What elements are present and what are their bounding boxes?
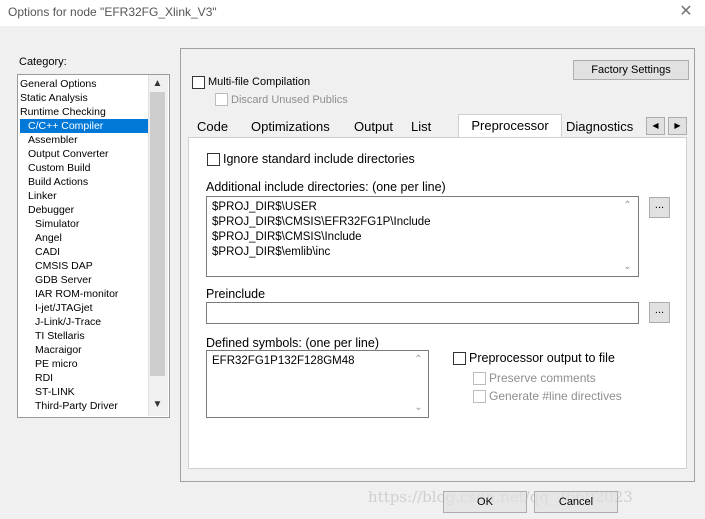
preserve-comments-checkbox[interactable] (473, 372, 486, 385)
category-item-ti-stellaris[interactable]: TI Stellaris (35, 329, 85, 343)
category-item-build-actions[interactable]: Build Actions (28, 175, 88, 189)
category-item-st-link[interactable]: ST-LINK (35, 385, 75, 399)
ignore-std-label: Ignore standard include directories (223, 152, 415, 166)
scroll-down-icon[interactable]: ⌄ (410, 401, 427, 415)
category-item-general-options[interactable]: General Options (20, 77, 96, 91)
window-title: Options for node "EFR32FG_Xlink_V3" (8, 5, 217, 19)
category-item-gdb-server[interactable]: GDB Server (35, 273, 92, 287)
ok-button[interactable]: OK (443, 491, 527, 513)
category-item-ijet-jtagjet[interactable]: I-jet/JTAGjet (35, 301, 93, 315)
include-browse-button[interactable]: ... (649, 197, 670, 218)
category-item-simulator[interactable]: Simulator (35, 217, 79, 231)
defined-line: EFR32FG1P132F128GM48 (212, 355, 355, 367)
factory-settings-button[interactable]: Factory Settings (573, 60, 689, 80)
tab-optimizations[interactable]: Optimizations (251, 116, 330, 138)
category-item-debugger[interactable]: Debugger (28, 203, 74, 217)
category-item-rdi[interactable]: RDI (35, 371, 53, 385)
discard-checkbox[interactable] (215, 93, 228, 106)
category-item-jlink-jtrace[interactable]: J-Link/J-Trace (35, 315, 101, 329)
tab-scroll-right-icon[interactable]: ▶ (668, 117, 687, 135)
scroll-up-icon[interactable]: ⌃ (410, 353, 427, 367)
category-item-cadi[interactable]: CADI (35, 245, 60, 259)
category-item-custom-build[interactable]: Custom Build (28, 161, 90, 175)
generate-line-checkbox[interactable] (473, 390, 486, 403)
discard-label: Discard Unused Publics (231, 94, 348, 106)
defined-symbols-label: Defined symbols: (one per line) (206, 336, 379, 350)
scroll-thumb[interactable] (150, 92, 165, 376)
include-dirs-label: Additional include directories: (one per… (206, 180, 446, 194)
tab-code[interactable]: Code (197, 116, 228, 138)
category-item-iar-rom-monitor[interactable]: IAR ROM-monitor (35, 287, 118, 301)
scroll-down-icon[interactable]: ⌄ (619, 260, 636, 274)
tab-scroll-left-icon[interactable]: ◀ (646, 117, 665, 135)
defined-symbols-textarea[interactable]: EFR32FG1P132F128GM48 ⌃ ⌄ (206, 350, 429, 418)
tab-list[interactable]: List (411, 116, 431, 138)
tab-preprocessor[interactable]: Preprocessor (458, 114, 562, 139)
preinclude-input[interactable] (206, 302, 639, 324)
category-item-macraigor[interactable]: Macraigor (35, 343, 82, 357)
scroll-up-icon[interactable]: ▲ (148, 77, 167, 91)
category-item-cmsis-dap[interactable]: CMSIS DAP (35, 259, 93, 273)
tab-diagnostics[interactable]: Diagnostics (566, 116, 633, 138)
category-item-output-converter[interactable]: Output Converter (28, 147, 109, 161)
preserve-comments-label: Preserve comments (489, 371, 596, 385)
include-scrollbar[interactable]: ⌃ ⌄ (619, 197, 636, 276)
category-item-assembler[interactable]: Assembler (28, 133, 78, 147)
ignore-std-checkbox[interactable] (207, 153, 220, 166)
include-line: $PROJ_DIR$\USER (212, 201, 317, 213)
category-label: Category: (19, 56, 67, 68)
multifile-checkbox[interactable] (192, 76, 205, 89)
scroll-up-icon[interactable]: ⌃ (619, 199, 636, 213)
category-item-static-analysis[interactable]: Static Analysis (20, 91, 88, 105)
close-icon[interactable]: ✕ (676, 2, 696, 22)
multifile-label: Multi-file Compilation (208, 76, 311, 88)
tab-output[interactable]: Output (354, 116, 393, 138)
include-line: $PROJ_DIR$\emlib\inc (212, 246, 331, 258)
category-item-third-party-driver[interactable]: Third-Party Driver (35, 399, 118, 413)
include-line: $PROJ_DIR$\CMSIS\EFR32FG1P\Include (212, 216, 431, 228)
include-line: $PROJ_DIR$\CMSIS\Include (212, 231, 362, 243)
include-dirs-textarea[interactable]: $PROJ_DIR$\USER $PROJ_DIR$\CMSIS\EFR32FG… (206, 196, 639, 277)
preinclude-label: Preinclude (206, 287, 266, 301)
category-item-linker[interactable]: Linker (28, 189, 57, 203)
defined-scrollbar[interactable]: ⌃ ⌄ (410, 351, 427, 417)
category-item-angel[interactable]: Angel (35, 231, 62, 245)
preinclude-browse-button[interactable]: ... (649, 302, 670, 323)
category-item-pe-micro[interactable]: PE micro (35, 357, 78, 371)
category-item-runtime-checking[interactable]: Runtime Checking (20, 105, 106, 119)
cancel-button[interactable]: Cancel (534, 491, 618, 513)
scroll-down-icon[interactable]: ▼ (148, 398, 167, 412)
category-item-cpp-compiler[interactable]: C/C++ Compiler (20, 119, 150, 133)
generate-line-label: Generate #line directives (489, 389, 622, 403)
pp-output-checkbox[interactable] (453, 352, 466, 365)
pp-output-label: Preprocessor output to file (469, 351, 615, 365)
